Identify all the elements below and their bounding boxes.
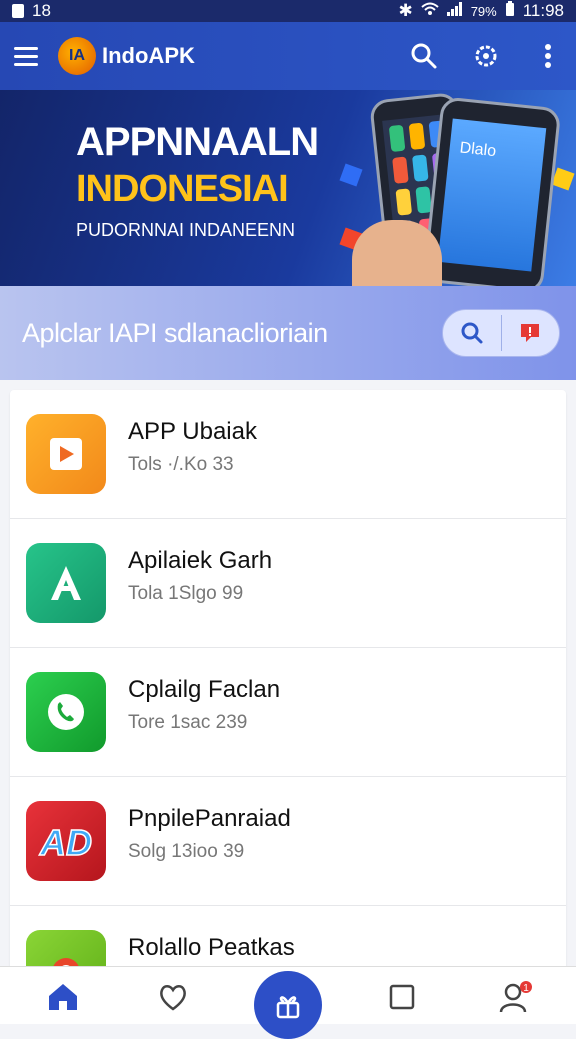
toolbar-actions [410, 42, 562, 70]
bottom-navigation: 1 [0, 966, 576, 1039]
a-letter-icon [26, 543, 106, 623]
search-actions [442, 309, 560, 357]
status-bar: 18 ✱ 79% 11:98 [0, 0, 576, 22]
ad-logo-icon: AD [26, 801, 106, 881]
list-item[interactable]: Apilaiek Garh Tola 1Slgo 99 [10, 519, 566, 648]
list-item[interactable]: AD PnpilePanraiad Solg 13ioo 39 [10, 777, 566, 906]
svg-text:AD: AD [39, 822, 92, 863]
list-item[interactable]: Cplailg Faclan Tore 1sac 239 [10, 648, 566, 777]
profile-badge: 1 [523, 983, 529, 994]
app-name: IndoAPK [102, 43, 195, 68]
app-meta: Tore 1sac 239 [128, 712, 248, 733]
clock: 11:98 [522, 1, 564, 20]
app-meta: Tola 1Slgo 99 [128, 583, 244, 604]
more-options-icon[interactable] [534, 42, 562, 70]
gift-icon[interactable] [254, 971, 322, 1039]
app-toolbar: IA IndoAPK [0, 22, 576, 90]
voice-search-button[interactable] [502, 310, 560, 356]
app-title: Rolallo Peatkas [128, 934, 295, 961]
app-logo: IA [58, 37, 96, 75]
app-title: PnpilePanraiad [128, 805, 291, 832]
heart-icon[interactable] [155, 979, 191, 1015]
status-left-text: 18 [32, 1, 51, 20]
settings-gear-icon[interactable] [472, 42, 500, 70]
signal-icon [446, 1, 463, 21]
phone-screen: Dlalo [437, 118, 547, 272]
banner-title: APPNNAALN [76, 120, 319, 164]
phone-screen-label: Dlalo [458, 139, 497, 161]
user-icon[interactable]: 1 [498, 979, 534, 1015]
search-button[interactable] [443, 310, 501, 356]
app-title: Apilaiek Garh [128, 547, 273, 574]
play-icon [26, 414, 106, 494]
sim-icon [12, 4, 24, 18]
bluetooth-icon: ✱ [398, 1, 413, 20]
search-label: Aplclar IAPI sdlanaclioriain [22, 317, 328, 348]
app-meta: Tols ·/.Ko 33 [128, 454, 234, 475]
wifi-icon [421, 1, 439, 21]
app-title: Cplailg Faclan [128, 676, 281, 703]
target-icon [26, 930, 106, 970]
home-icon[interactable] [45, 979, 81, 1015]
list-item[interactable]: Rolallo Peatkas [10, 906, 566, 970]
search-icon[interactable] [410, 42, 438, 70]
status-right: ✱ 79% 11:98 [398, 0, 564, 22]
hand-illustration [352, 220, 442, 286]
decor-cube-icon [339, 163, 363, 187]
app-meta: Solg 13ioo 39 [128, 841, 245, 862]
list-item[interactable]: APP Ubaiak Tols ·/.Ko 33 [10, 390, 566, 519]
search-bar[interactable]: Aplclar IAPI sdlanaclioriain [0, 286, 576, 380]
banner-subtitle: INDONESIAI [76, 168, 289, 210]
promo-banner[interactable]: APPNNAALN INDONESIAI PUDORNNAI INDANEENN… [0, 90, 576, 286]
menu-icon[interactable] [14, 41, 44, 71]
status-left: 18 [12, 1, 51, 21]
battery-icon [505, 0, 515, 22]
phone-chat-icon [26, 672, 106, 752]
phone-illustration: Dlalo [422, 96, 562, 286]
app-title: APP Ubaiak [128, 418, 257, 445]
decor-cube-icon [551, 167, 575, 191]
square-icon[interactable] [384, 979, 420, 1015]
app-list: APP Ubaiak Tols ·/.Ko 33 Apilaiek Garh T… [10, 390, 566, 970]
banner-tagline: PUDORNNAI INDANEENN [76, 220, 296, 240]
battery-percent: 79% [470, 3, 497, 19]
